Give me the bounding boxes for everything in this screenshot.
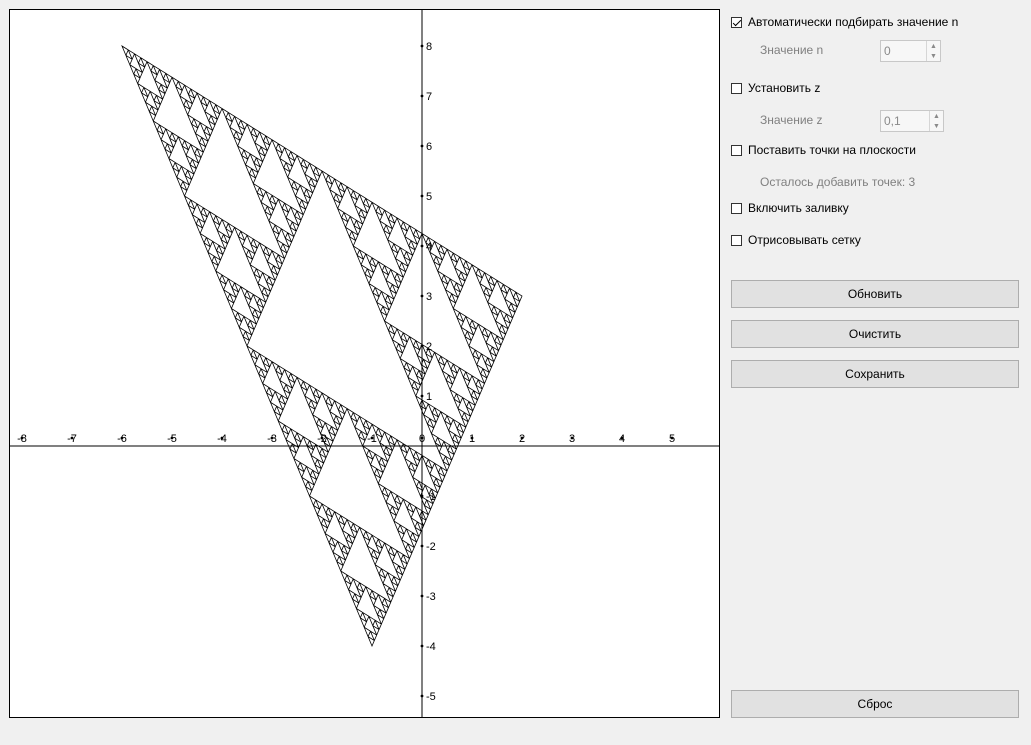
place-points-label: Поставить точки на плоскости: [748, 143, 917, 157]
settings-panel: Автоматически подбирать значение n Значе…: [731, 0, 1021, 745]
clear-button[interactable]: Очистить: [731, 320, 1019, 348]
y-tick-label: 3: [426, 291, 432, 303]
place-points-checkbox[interactable]: [731, 144, 742, 156]
fill-checkbox-row[interactable]: Включить заливку: [731, 199, 849, 217]
y-tick-mark: [420, 394, 424, 398]
y-tick-label: 5: [426, 191, 432, 203]
y-tick-label: -4: [426, 641, 436, 653]
grid-label: Отрисовывать сетку: [748, 233, 861, 247]
z-value-spinbox[interactable]: 0,1 ▲ ▼: [880, 110, 944, 132]
z-increment-icon[interactable]: ▲: [930, 111, 943, 121]
sierpinski-fractal: [121, 44, 523, 648]
x-tick-label: -4: [217, 433, 227, 445]
y-tick-label: 6: [426, 141, 432, 153]
y-tick-mark: [420, 44, 424, 48]
auto-n-label: Автоматически подбирать значение n: [748, 15, 959, 29]
x-tick-label: -2: [317, 433, 327, 445]
y-tick-mark: [420, 294, 424, 298]
n-value-label: Значение n: [760, 43, 824, 57]
y-tick-mark: [420, 344, 424, 348]
n-increment-icon[interactable]: ▲: [927, 41, 940, 51]
x-tick-label: 3: [569, 433, 575, 445]
x-tick-label: -6: [117, 433, 127, 445]
y-tick-label: -5: [426, 691, 436, 703]
x-tick-label: -5: [167, 433, 177, 445]
y-tick-mark: [420, 594, 424, 598]
y-tick-label: 8: [426, 41, 432, 53]
fill-checkbox[interactable]: [731, 202, 742, 214]
y-tick-mark: [420, 544, 424, 548]
y-tick-label: 7: [426, 91, 432, 103]
n-decrement-icon[interactable]: ▼: [927, 51, 940, 61]
z-value-label: Значение z: [760, 113, 823, 127]
update-button[interactable]: Обновить: [731, 280, 1019, 308]
y-tick-label: -3: [426, 591, 436, 603]
y-tick-mark: [420, 144, 424, 148]
y-tick-label: -1: [426, 491, 436, 503]
grid-checkbox[interactable]: [731, 234, 742, 246]
set-z-label: Установить z: [748, 81, 821, 95]
y-tick-mark: [420, 244, 424, 248]
n-value-spinbox[interactable]: 0 ▲ ▼: [880, 40, 941, 62]
set-z-checkbox[interactable]: [731, 82, 742, 94]
z-value-field[interactable]: 0,1: [881, 114, 929, 128]
reset-button[interactable]: Сброс: [731, 690, 1019, 718]
n-value-field[interactable]: 0: [881, 44, 926, 58]
x-tick-label: 0: [419, 433, 425, 445]
x-tick-label: -7: [67, 433, 77, 445]
fill-label: Включить заливку: [748, 201, 849, 215]
set-z-checkbox-row[interactable]: Установить z: [731, 79, 820, 97]
x-tick-label: -1: [367, 433, 377, 445]
auto-n-checkbox[interactable]: [731, 16, 742, 28]
y-tick-mark: [420, 94, 424, 98]
grid-checkbox-row[interactable]: Отрисовывать сетку: [731, 231, 861, 249]
y-tick-label: -2: [426, 541, 436, 553]
auto-n-checkbox-row[interactable]: Автоматически подбирать значение n: [731, 13, 958, 31]
x-tick-label: 1: [469, 433, 475, 445]
y-tick-label: 4: [426, 241, 432, 253]
place-points-checkbox-row[interactable]: Поставить точки на плоскости: [731, 141, 916, 159]
z-decrement-icon[interactable]: ▼: [930, 121, 943, 131]
x-tick-label: 2: [519, 433, 525, 445]
x-tick-label: 4: [619, 433, 625, 445]
y-tick-mark: [420, 694, 424, 698]
x-tick-label: -8: [17, 433, 27, 445]
plot-svg: -8-7-6-5-4-3-2-1012345687654321-1-2-3-4-…: [10, 10, 719, 717]
x-tick-label: 5: [669, 433, 675, 445]
y-tick-mark: [420, 194, 424, 198]
y-tick-mark: [420, 494, 424, 498]
points-left-label: Осталось добавить точек: 3: [760, 175, 916, 189]
y-tick-mark: [420, 644, 424, 648]
y-tick-label: 1: [426, 391, 432, 403]
y-tick-label: 2: [426, 341, 432, 353]
x-tick-label: -3: [267, 433, 277, 445]
fractal-canvas[interactable]: -8-7-6-5-4-3-2-1012345687654321-1-2-3-4-…: [9, 9, 720, 718]
save-button[interactable]: Сохранить: [731, 360, 1019, 388]
